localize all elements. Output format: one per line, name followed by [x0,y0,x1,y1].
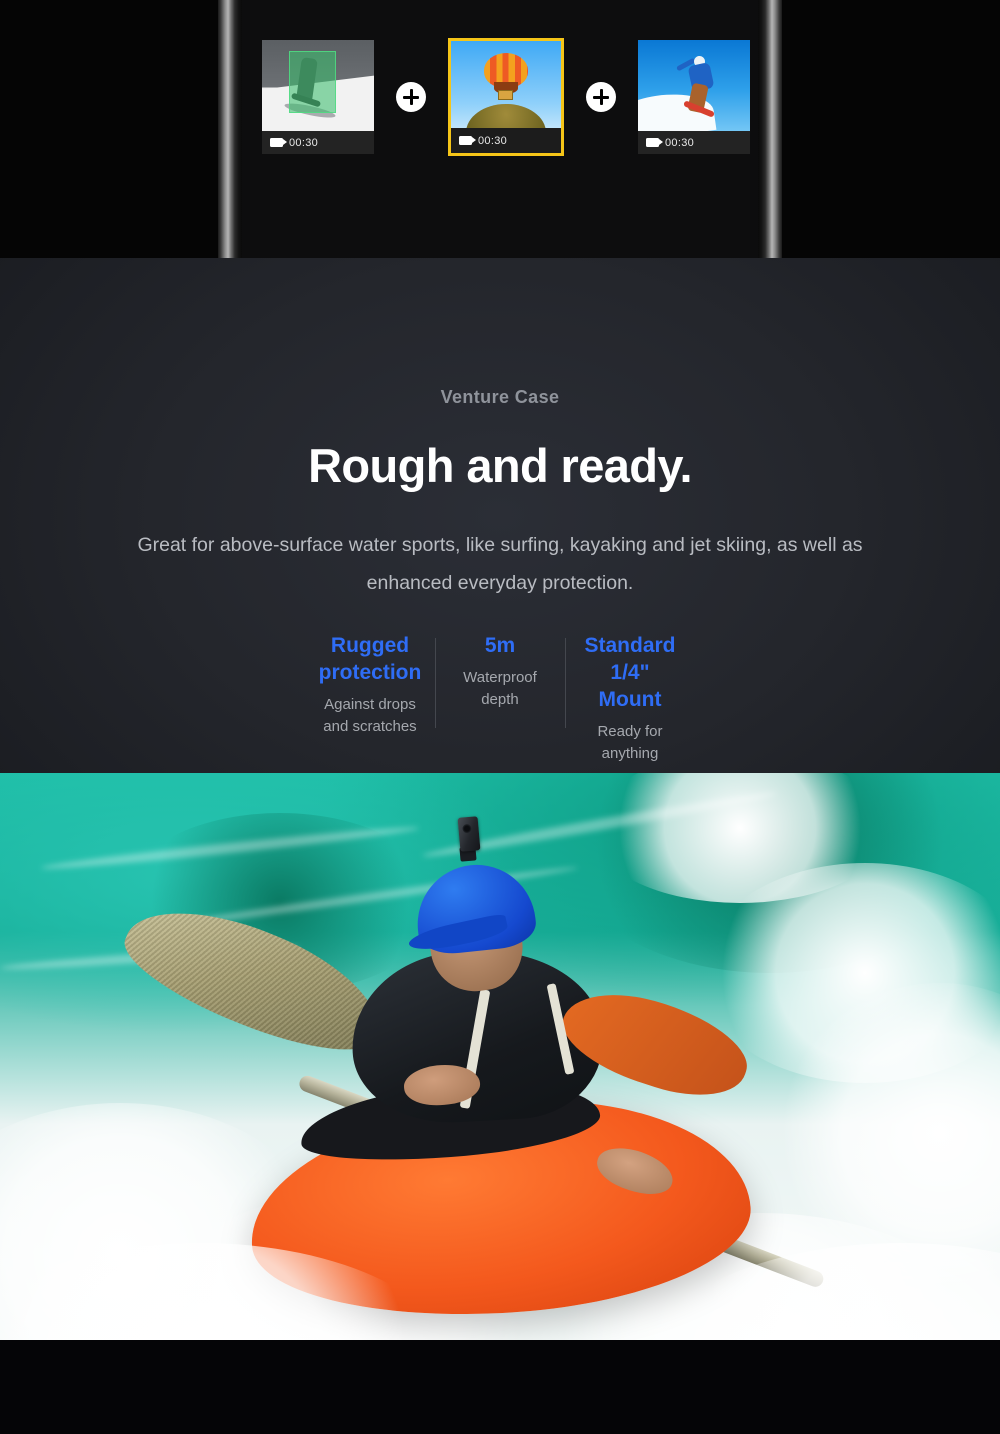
kayaker-hero-photo [0,773,1000,1340]
page-title: Rough and ready. [308,439,692,492]
phone-left-bezel-gutter [0,0,222,258]
add-clip-button-2[interactable] [586,82,616,112]
video-camera-icon [459,136,476,146]
spec-title: Rugged protection [318,634,422,684]
spec-title: Standard 1/4" Mount [584,634,676,711]
clip-duration-label: 00:30 [665,136,695,149]
detection-box-overlay [288,50,336,113]
spec-desc: Waterproof depth [463,669,537,708]
clip-duration-label: 00:30 [478,134,508,147]
clip-duration-bar-3: 00:30 [638,131,750,154]
phone-right-metal-rail [758,0,782,258]
video-clip-item-1[interactable]: 00:30 [262,40,374,154]
phone-left-metal-rail [218,0,242,258]
phone-mockup-section: 00:30 00:30 00:30 [0,0,1000,258]
clip-duration-bar-1: 00:30 [262,131,374,154]
phone-screen: 00:30 00:30 00:30 [242,0,758,258]
spec-item-standard-mount: Standard 1/4" Mount Ready for anything [565,632,695,765]
add-clip-button-1[interactable] [396,82,426,112]
video-clip-item-3[interactable]: 00:30 [638,40,750,154]
spec-desc: Ready for anything [597,723,663,762]
phone-right-bezel-gutter [778,0,1000,258]
clip-duration-label: 00:30 [289,136,319,149]
spec-list: Rugged protection Against drops and scra… [0,632,1000,765]
bottom-black-bar [0,1340,1000,1434]
video-clip-row: 00:30 00:30 00:30 [262,38,750,156]
spec-title: 5m [484,634,516,657]
clip-thumbnail-snowboarder-jump [638,40,750,132]
spec-desc: Against drops and scratches [323,696,417,735]
product-description: Great for above-surface water sports, li… [137,534,863,594]
video-clip-item-2-selected[interactable]: 00:30 [448,38,564,156]
action-camera-icon [457,816,481,852]
video-camera-icon [270,138,287,148]
product-eyebrow-label: Venture Case [440,387,560,407]
clip-thumbnail-snowboarder-grayscale [262,40,374,132]
product-copy-section: Venture Case Rough and ready. Great for … [0,258,1000,773]
spec-item-waterproof-depth: 5m Waterproof depth [435,632,565,728]
video-camera-icon [646,138,663,148]
clip-thumbnail-hot-air-balloon [451,41,561,129]
spec-item-rugged-protection: Rugged protection Against drops and scra… [305,632,435,738]
clip-duration-bar-2: 00:30 [451,128,561,153]
